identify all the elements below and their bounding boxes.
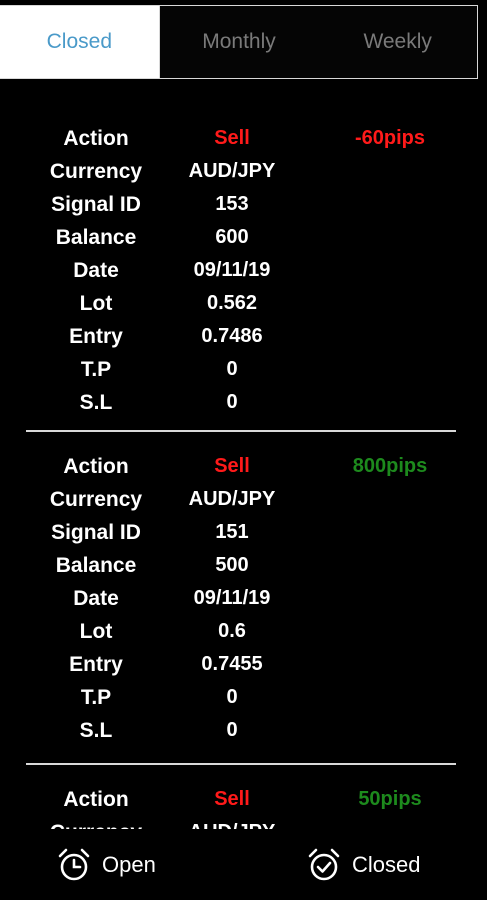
pips-result: 50pips	[358, 788, 422, 810]
row-lot: Lot 0.562	[26, 287, 456, 320]
entry-label: Entry	[69, 325, 123, 348]
entry-label: Entry	[69, 653, 123, 676]
row-tp: T.P 0	[26, 681, 456, 714]
currency-label: Currency	[26, 816, 166, 829]
entry-value: 0.7455	[201, 653, 263, 675]
row-action: Action Sell -60pips	[26, 122, 456, 155]
app-root: Closed Monthly Weekly Action Sell -60pip…	[0, 0, 487, 900]
tab-bar: Closed Monthly Weekly	[0, 5, 478, 79]
card-divider	[26, 763, 456, 765]
date-label: Date	[73, 259, 119, 282]
tp-label: T.P	[80, 686, 112, 709]
date-value: 09/11/19	[193, 587, 271, 609]
card-divider	[26, 430, 456, 432]
row-currency: Currency AUD/JPY	[26, 816, 456, 829]
signal-id-label: Signal ID	[51, 193, 141, 216]
lot-value: 0.562	[206, 292, 258, 314]
balance-label: Balance	[55, 554, 137, 577]
row-balance: Balance 500	[26, 549, 456, 582]
date-value: 09/11/19	[193, 259, 271, 281]
currency-value: AUD/JPY	[174, 816, 290, 829]
row-date: Date 09/11/19	[26, 582, 456, 615]
currency-value: AUD/JPY	[188, 488, 276, 510]
lot-label: Lot	[79, 620, 113, 643]
row-currency: Currency AUD/JPY	[26, 155, 456, 188]
nav-closed-label: Closed	[352, 852, 421, 877]
bottom-nav: Open Closed	[0, 829, 487, 900]
row-entry: Entry 0.7486	[26, 320, 456, 353]
pips-result: -60pips	[354, 127, 426, 149]
nav-open-button[interactable]: Open	[56, 843, 156, 887]
signal-id-value: 151	[215, 521, 249, 543]
sl-label: S.L	[79, 391, 113, 414]
tp-value: 0	[226, 686, 238, 708]
row-tp: T.P 0	[26, 353, 456, 386]
pips-result: 800pips	[352, 455, 428, 477]
sl-value: 0	[226, 719, 238, 741]
currency-label: Currency	[49, 160, 143, 183]
row-lot: Lot 0.6	[26, 615, 456, 648]
action-value: Sell	[214, 788, 250, 810]
nav-open-label: Open	[102, 852, 156, 877]
action-label: Action	[63, 127, 129, 150]
alarm-clock-icon	[58, 848, 90, 881]
tab-closed[interactable]: Closed	[0, 6, 160, 78]
action-label: Action	[63, 788, 129, 811]
action-value: Sell	[214, 127, 250, 149]
lot-value: 0.6	[218, 620, 246, 642]
entry-value: 0.7486	[201, 325, 263, 347]
sl-label: S.L	[79, 719, 113, 742]
alarm-check-icon	[308, 848, 340, 881]
action-label: Action	[63, 455, 129, 478]
row-sl: S.L 0	[26, 386, 456, 419]
balance-value: 600	[215, 226, 249, 248]
row-currency: Currency AUD/JPY	[26, 483, 456, 516]
tab-weekly[interactable]: Weekly	[318, 6, 477, 78]
row-action: Action Sell 50pips	[26, 783, 456, 816]
row-signal-id: Signal ID 153	[26, 188, 456, 221]
row-balance: Balance 600	[26, 221, 456, 254]
nav-closed-button[interactable]: Closed	[306, 843, 420, 887]
row-signal-id: Signal ID 151	[26, 516, 456, 549]
balance-label: Balance	[55, 226, 137, 249]
tp-value: 0	[226, 358, 238, 380]
action-value: Sell	[214, 455, 250, 477]
lot-label: Lot	[79, 292, 113, 315]
signal-list[interactable]: Action Sell -60pips Currency AUD/JPY Sig…	[0, 79, 487, 829]
row-action: Action Sell 800pips	[26, 450, 456, 483]
signal-id-value: 153	[215, 193, 249, 215]
currency-label: Currency	[49, 488, 143, 511]
balance-value: 500	[215, 554, 249, 576]
tp-label: T.P	[80, 358, 112, 381]
tab-monthly[interactable]: Monthly	[160, 6, 319, 78]
row-date: Date 09/11/19	[26, 254, 456, 287]
sl-value: 0	[226, 391, 238, 413]
row-entry: Entry 0.7455	[26, 648, 456, 681]
row-sl: S.L 0	[26, 714, 456, 747]
signal-id-label: Signal ID	[51, 521, 141, 544]
currency-value: AUD/JPY	[188, 160, 276, 182]
date-label: Date	[73, 587, 119, 610]
